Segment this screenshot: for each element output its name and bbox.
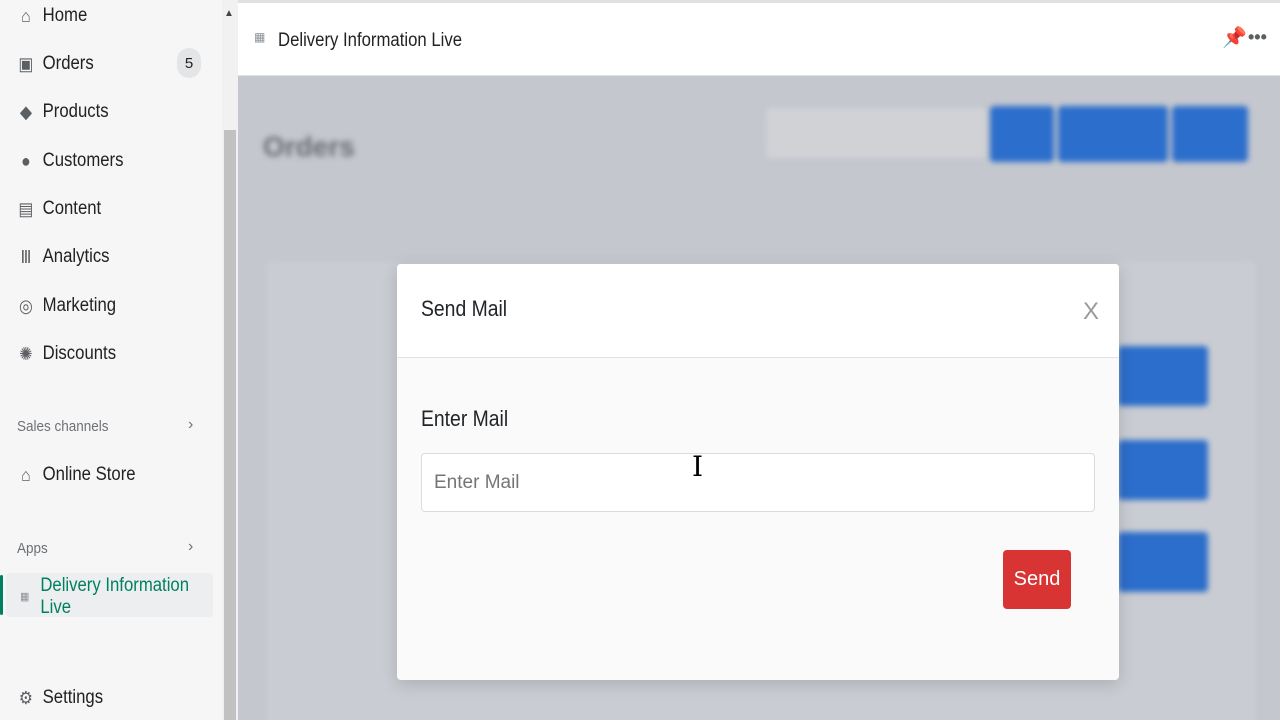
discount-icon: ✺ — [19, 344, 33, 364]
person-icon: ● — [21, 151, 31, 171]
pin-icon[interactable]: 📌 — [1222, 25, 1247, 50]
app-title: Delivery Information Live — [278, 30, 463, 51]
send-mail-modal: Send Mail X Enter Mail Send — [397, 264, 1119, 680]
chevron-right-icon[interactable]: › — [188, 538, 193, 556]
sidebar-item-settings[interactable]: ⚙ Settings — [18, 682, 103, 714]
apps-heading[interactable]: Apps — [17, 540, 48, 557]
chevron-right-icon[interactable]: › — [188, 416, 193, 434]
sidebar-item-delivery-information-live[interactable]: ▦ Delivery Information Live — [18, 575, 198, 618]
sales-channels-heading[interactable]: Sales channels — [17, 418, 109, 435]
modal-title: Send Mail — [421, 296, 508, 321]
scroll-up-arrow-icon[interactable]: ▲ — [224, 8, 234, 19]
email-input[interactable] — [421, 453, 1095, 512]
blurred-button[interactable] — [1172, 106, 1248, 162]
home-icon: ⌂ — [21, 6, 31, 26]
orders-icon: ▣ — [18, 54, 34, 74]
target-icon: ◎ — [19, 296, 33, 316]
sidebar-item-home[interactable]: ⌂ Home — [18, 0, 87, 32]
app-grid-icon: ▦ — [20, 591, 30, 603]
sidebar-item-analytics[interactable]: Ⅲ Analytics — [18, 241, 109, 273]
sidebar-item-content[interactable]: ▤ Content — [18, 193, 101, 225]
close-button[interactable]: X — [1083, 298, 1099, 326]
sidebar-item-orders[interactable]: ▣ Orders — [18, 48, 93, 80]
sidebar-item-marketing[interactable]: ◎ Marketing — [18, 290, 116, 322]
blurred-button[interactable] — [1118, 532, 1208, 592]
blurred-button[interactable] — [1058, 106, 1168, 162]
sidebar-item-discounts[interactable]: ✺ Discounts — [18, 338, 116, 370]
field-label: Enter Mail — [421, 406, 509, 431]
orders-count-badge: 5 — [177, 48, 201, 78]
scrollbar-thumb[interactable] — [224, 130, 236, 720]
page-title: Orders — [263, 131, 355, 162]
sidebar: ⌂ Home ▣ Orders 5 ◆ Products ● Customers ▤ Co… — [0, 0, 222, 720]
active-indicator — [0, 575, 3, 615]
bar-chart-icon: Ⅲ — [20, 247, 32, 267]
modal-header: Send Mail X — [397, 264, 1119, 358]
more-actions-icon[interactable]: ••• — [1248, 27, 1267, 48]
sidebar-item-online-store[interactable]: ⌂ Online Store — [18, 459, 135, 491]
sidebar-item-customers[interactable]: ● Customers — [18, 145, 123, 177]
store-icon: ⌂ — [21, 465, 31, 485]
app-grid-icon: ▦ — [254, 30, 266, 44]
content-icon: ▤ — [18, 199, 34, 219]
send-button[interactable]: Send — [1003, 550, 1071, 609]
text-cursor-icon: I — [692, 450, 704, 483]
app-header: ▦ Delivery Information Live 📌 ••• — [238, 0, 1280, 76]
blurred-button[interactable] — [1118, 346, 1208, 406]
search-input[interactable] — [766, 108, 986, 158]
blurred-button[interactable] — [1118, 440, 1208, 500]
blurred-button[interactable] — [990, 106, 1054, 162]
sidebar-item-products[interactable]: ◆ Products — [18, 96, 109, 128]
gear-icon: ⚙ — [18, 688, 34, 708]
tag-icon: ◆ — [19, 102, 33, 122]
